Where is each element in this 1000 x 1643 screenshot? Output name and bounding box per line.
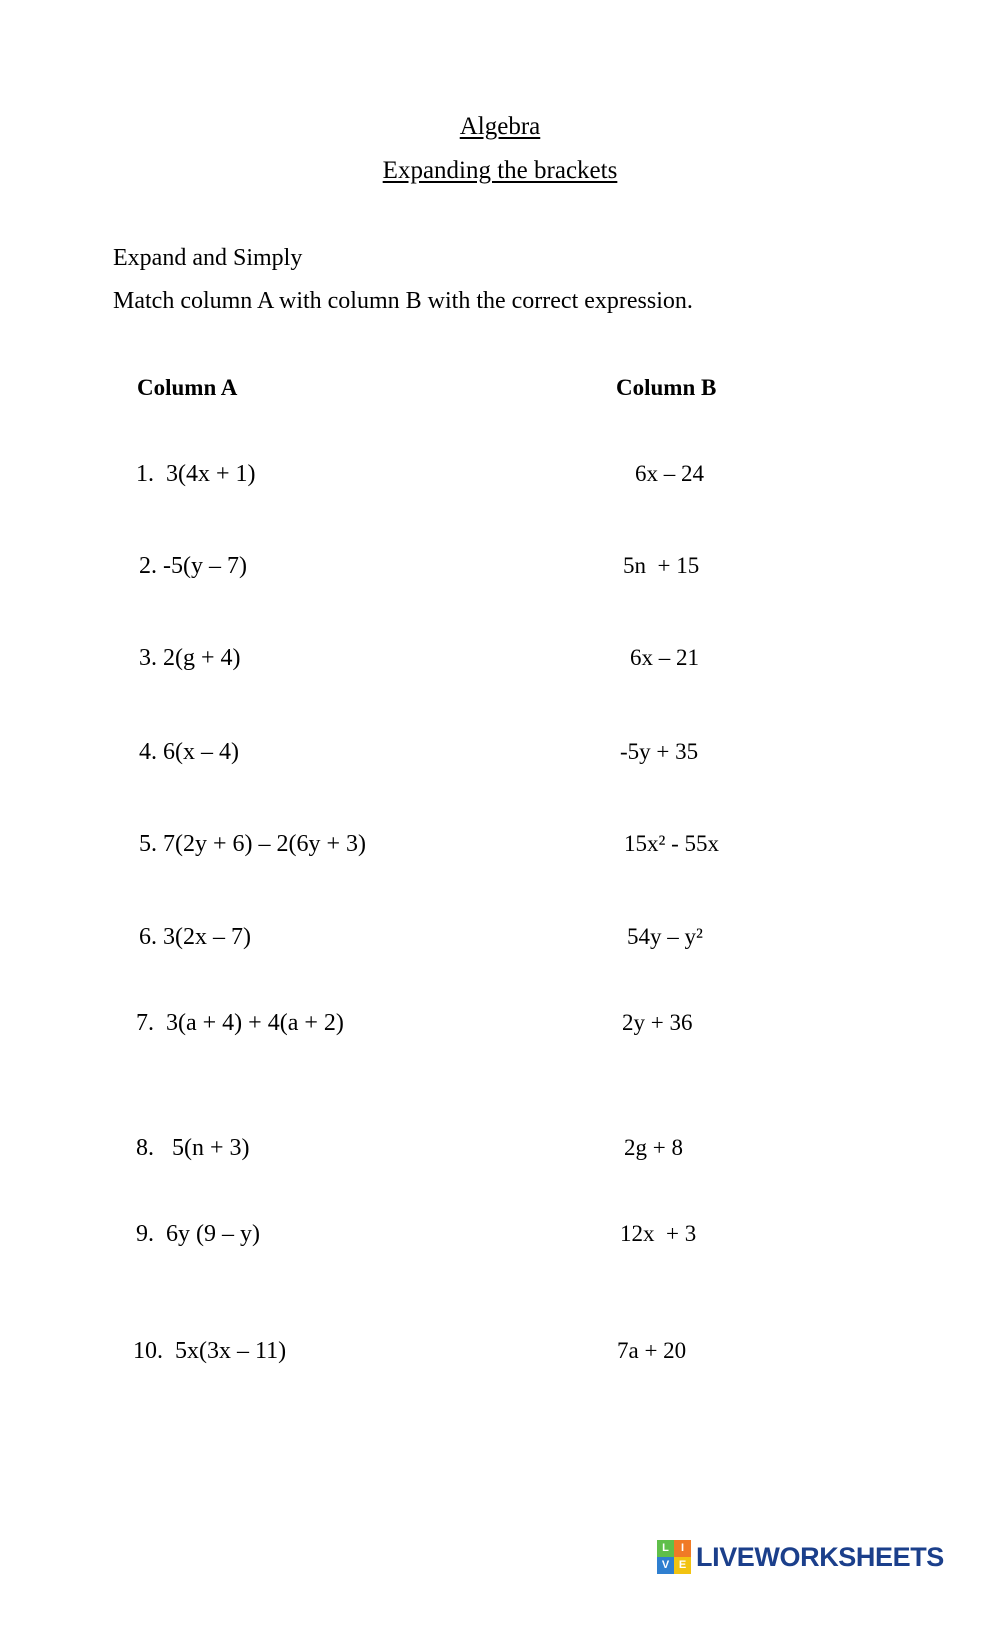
- worksheet-page: Algebra Expanding the brackets Expand an…: [0, 0, 1000, 1643]
- column-a-item-8[interactable]: 8. 5(n + 3): [136, 1131, 250, 1165]
- logo-wordmark: LIVEWORKSHEETS: [696, 1541, 944, 1572]
- table-row: 1. 3(4x + 1) 6x – 24: [0, 457, 1000, 491]
- column-a-item-10[interactable]: 10. 5x(3x – 11): [133, 1334, 286, 1368]
- column-b-item-7[interactable]: 2y + 36: [622, 1006, 692, 1040]
- column-b-item-6-text: 54y – y²: [627, 924, 703, 949]
- column-a-item-5[interactable]: 5. 7(2y + 6) – 2(6y + 3): [139, 827, 366, 861]
- column-a-item-4[interactable]: 4. 6(x – 4): [139, 735, 239, 769]
- column-a-item-6[interactable]: 6. 3(2x – 7): [139, 920, 251, 954]
- logo-tile-e-icon: E: [674, 1557, 691, 1574]
- table-row: 9. 6y (9 – y) 12x + 3: [0, 1217, 1000, 1251]
- column-b-item-4[interactable]: -5y + 35: [620, 735, 698, 769]
- table-row: 7. 3(a + 4) + 4(a + 2) 2y + 36: [0, 1006, 1000, 1040]
- column-a-item-2[interactable]: 2. -5(y – 7): [139, 549, 247, 583]
- column-b-item-6[interactable]: 54y – y²: [627, 920, 703, 954]
- table-row: 5. 7(2y + 6) – 2(6y + 3) 15x² - 55x: [0, 827, 1000, 861]
- column-b-item-3[interactable]: 6x – 21: [630, 641, 699, 675]
- logo-tiles: L I V E: [657, 1540, 691, 1574]
- column-a-item-3[interactable]: 3. 2(g + 4): [139, 641, 241, 675]
- logo-tile-v-icon: V: [657, 1557, 674, 1574]
- table-row: 6. 3(2x – 7) 54y – y²: [0, 920, 1000, 954]
- column-a-item-7[interactable]: 7. 3(a + 4) + 4(a + 2): [136, 1006, 344, 1040]
- column-b-item-8[interactable]: 2g + 8: [624, 1131, 683, 1165]
- table-row: 3. 2(g + 4) 6x – 21: [0, 641, 1000, 675]
- logo-tile-i-icon: I: [674, 1540, 691, 1557]
- column-b-item-5[interactable]: 15x² - 55x: [624, 827, 719, 861]
- column-b-item-10[interactable]: 7a + 20: [617, 1334, 686, 1368]
- column-b-item-2[interactable]: 5n + 15: [623, 549, 699, 583]
- column-b-item-9[interactable]: 12x + 3: [620, 1217, 696, 1251]
- table-row: 2. -5(y – 7) 5n + 15: [0, 549, 1000, 583]
- table-row: 10. 5x(3x – 11) 7a + 20: [0, 1334, 1000, 1368]
- table-row: 4. 6(x – 4) -5y + 35: [0, 735, 1000, 769]
- table-row: 8. 5(n + 3) 2g + 8: [0, 1131, 1000, 1165]
- column-a-item-9[interactable]: 9. 6y (9 – y): [136, 1217, 260, 1251]
- column-b-item-1[interactable]: 6x – 24: [635, 457, 704, 491]
- liveworksheets-logo[interactable]: L I V E LIVEWORKSHEETS: [657, 1540, 944, 1574]
- column-a-item-1[interactable]: 1. 3(4x + 1): [136, 457, 256, 491]
- column-b-item-5-text: 15x² - 55x: [624, 831, 720, 856]
- match-rows: 1. 3(4x + 1) 6x – 24 2. -5(y – 7) 5n + 1…: [0, 0, 1000, 1643]
- logo-tile-l-icon: L: [657, 1540, 674, 1557]
